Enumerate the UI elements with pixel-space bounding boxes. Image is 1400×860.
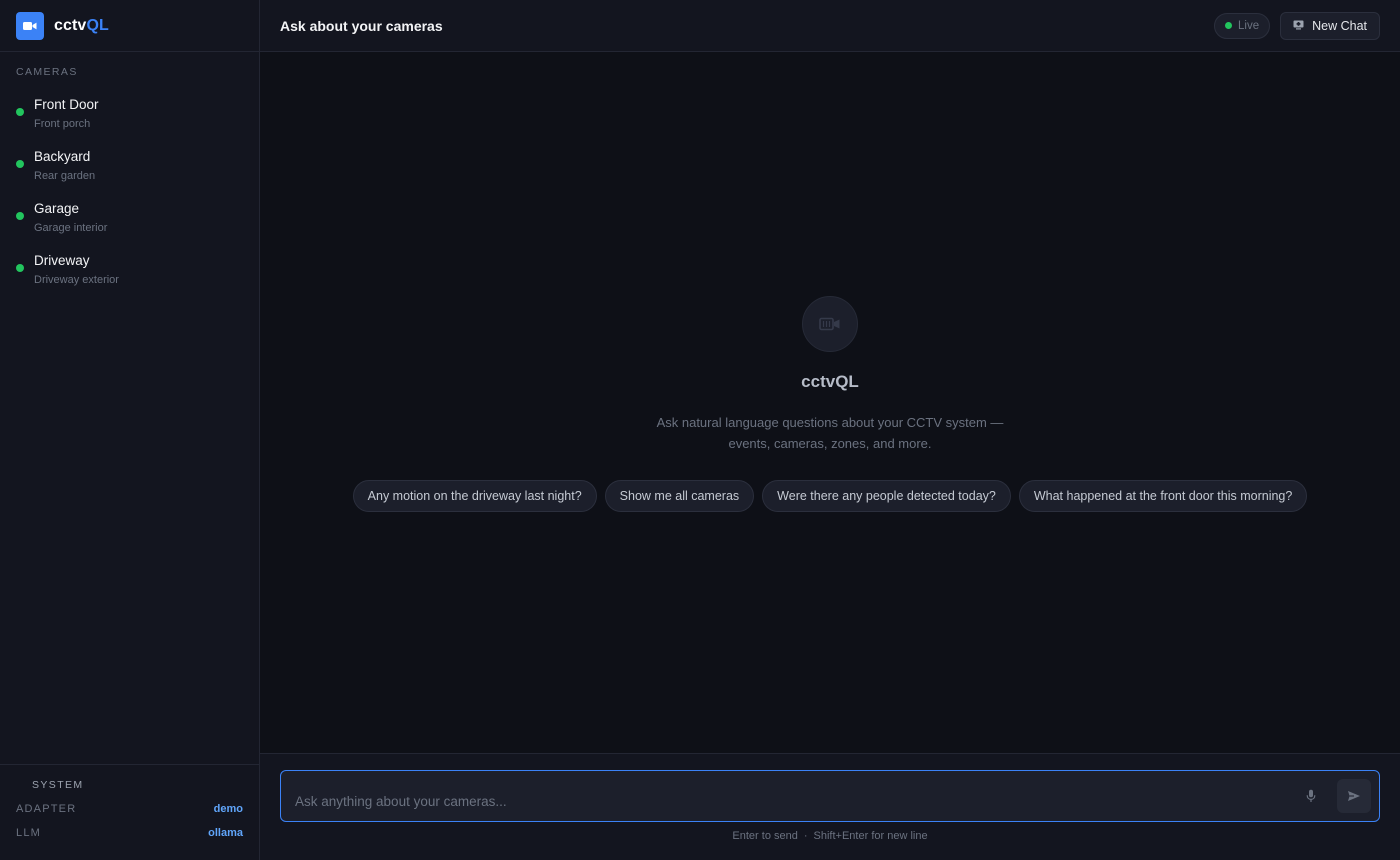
- main-panel: Ask about your cameras Live New Chat cct…: [260, 0, 1400, 860]
- page-title: Ask about your cameras: [280, 17, 443, 34]
- suggestion-chip[interactable]: Any motion on the driveway last night?: [352, 480, 597, 512]
- system-section-label: SYSTEM: [32, 779, 84, 791]
- status-online-dot: [16, 212, 24, 220]
- camera-name: Front Door: [34, 97, 99, 112]
- hint-send: Enter to send: [732, 830, 798, 842]
- new-chat-label: New Chat: [1312, 18, 1367, 33]
- video-camera-icon: [16, 11, 44, 40]
- brand-name-suffix: QL: [86, 16, 109, 34]
- cameras-section-label: CAMERAS: [16, 66, 78, 78]
- microphone-icon: [1306, 789, 1316, 802]
- composer-hint: Enter to send · Shift+Enter for new line: [280, 830, 1380, 842]
- composer: [280, 770, 1380, 822]
- camera-name: Backyard: [34, 149, 91, 164]
- system-row-adapter: ADAPTER demo: [16, 803, 243, 815]
- chat-area: cctvQL Ask natural language questions ab…: [260, 52, 1400, 753]
- composer-area: Enter to send · Shift+Enter for new line: [260, 753, 1400, 860]
- camera-text: Backyard Rear garden: [34, 146, 95, 184]
- llm-value: ollama: [208, 827, 243, 839]
- brand-name-prefix: cctv: [54, 16, 87, 34]
- system-panel: SYSTEM ADAPTER demo LLM ollama: [0, 764, 259, 860]
- top-bar: Ask about your cameras Live New Chat: [260, 0, 1400, 52]
- app-root: cctvQL CAMERAS Front Door Front porch Ba…: [0, 0, 1400, 860]
- suggestion-list: Any motion on the driveway last night? S…: [352, 480, 1308, 512]
- camera-location: Garage interior: [34, 222, 108, 234]
- live-label: Live: [1238, 19, 1260, 32]
- camera-item-garage[interactable]: Garage Garage interior: [0, 192, 259, 244]
- camera-list: Front Door Front porch Backyard Rear gar…: [0, 84, 259, 296]
- live-status-badge: Live: [1214, 12, 1271, 39]
- camera-item-front-door[interactable]: Front Door Front porch: [0, 88, 259, 140]
- suggestion-chip[interactable]: Were there any people detected today?: [762, 480, 1011, 512]
- camera-item-backyard[interactable]: Backyard Rear garden: [0, 140, 259, 192]
- suggestion-chip[interactable]: What happened at the front door this mor…: [1018, 480, 1308, 512]
- empty-state-description: Ask natural language questions about you…: [656, 415, 1004, 451]
- suggestion-chip[interactable]: Show me all cameras: [604, 480, 755, 512]
- camera-text: Garage Garage interior: [34, 198, 107, 236]
- hint-separator: ·: [803, 830, 808, 842]
- new-chat-button[interactable]: New Chat: [1280, 11, 1380, 40]
- top-bar-actions: Live New Chat: [1214, 11, 1380, 40]
- status-online-dot: [16, 264, 24, 272]
- send-icon: [1348, 791, 1360, 801]
- brand[interactable]: cctvQL: [0, 0, 259, 52]
- empty-state: cctvQL Ask natural language questions ab…: [352, 296, 1308, 512]
- adapter-value: demo: [213, 803, 243, 815]
- microphone-button[interactable]: [1299, 784, 1323, 808]
- llm-key: LLM: [16, 827, 41, 839]
- live-dot-icon: [1225, 22, 1232, 29]
- camera-name: Driveway: [34, 253, 90, 268]
- camera-location: Front porch: [34, 118, 91, 130]
- system-row-llm: LLM ollama: [16, 827, 243, 839]
- status-online-dot: [16, 108, 24, 116]
- camera-location: Driveway exterior: [34, 274, 119, 286]
- new-chat-icon: [1293, 19, 1304, 33]
- hint-newline: Shift+Enter for new line: [813, 830, 928, 842]
- brand-name: cctvQL: [54, 17, 109, 35]
- status-online-dot: [16, 160, 24, 168]
- message-input[interactable]: [295, 771, 1299, 821]
- camera-text: Front Door Front porch: [34, 94, 99, 132]
- camera-location: Rear garden: [34, 170, 96, 182]
- sidebar: cctvQL CAMERAS Front Door Front porch Ba…: [0, 0, 260, 860]
- camera-text: Driveway Driveway exterior: [34, 250, 119, 288]
- empty-state-title: cctvQL: [801, 372, 859, 391]
- camera-name: Garage: [34, 201, 80, 216]
- adapter-key: ADAPTER: [16, 803, 77, 815]
- camera-item-driveway[interactable]: Driveway Driveway exterior: [0, 244, 259, 296]
- video-camera-icon: [802, 296, 858, 352]
- send-button[interactable]: [1337, 779, 1371, 813]
